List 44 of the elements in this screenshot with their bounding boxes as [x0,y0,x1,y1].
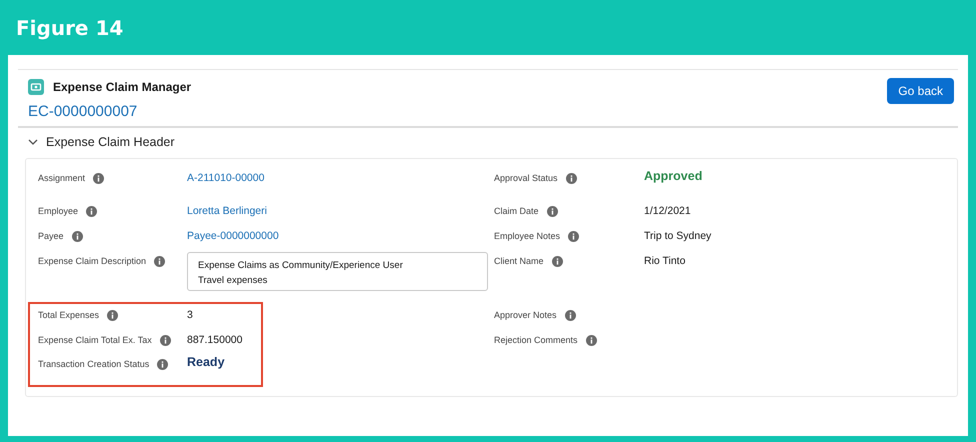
field-label: Expense Claim Total Ex. Tax [38,335,152,345]
field-value: Rio Tinto [644,254,686,269]
info-icon [72,231,83,242]
field-label: Approval Status [494,173,558,183]
info-icon [546,206,558,217]
description-field[interactable]: Expense Claims as Community/Experience User Travel expenses [187,252,488,291]
info-icon [552,256,563,267]
info-icon [154,256,166,267]
field-label: Assignment [38,173,86,183]
info-icon [86,206,98,217]
field-label: Total Expenses [38,310,100,320]
field-label: Expense Claim Description [38,256,146,266]
field-label: Rejection Comments [494,335,578,345]
field-link[interactable]: Loretta Berlingeri [187,202,494,227]
field-label: Employee Notes [494,231,560,241]
field-label: Employee [38,206,78,216]
info-icon [107,310,118,321]
info-icon [160,335,171,346]
status-value: Approved [644,169,704,185]
info-icon [93,173,104,184]
field-link[interactable]: A-211010-00000 [187,169,494,202]
field-value: 1/12/2021 [644,204,692,219]
info-icon [568,231,580,242]
field-value: Trip to Sydney [644,229,712,244]
field-label: Claim Date [494,206,539,216]
field-label: Approver Notes [494,310,557,320]
figure-title: Figure 14 [16,16,124,40]
field-label: Transaction Creation Status [38,359,150,369]
chevron-icon[interactable] [28,137,38,147]
status-value: Ready [187,355,226,371]
field-value: 887.150000 [187,333,244,348]
field-link[interactable]: Payee-0000000000 [187,227,494,252]
info-icon [566,173,577,184]
app-icon [28,79,44,95]
app-title: Expense Claim Manager [53,80,192,94]
field-label: Client Name [494,256,544,266]
info-icon [157,359,168,370]
info-icon [564,310,576,321]
section-title[interactable]: Expense Claim Header [46,135,175,149]
record-name: EC-0000000007 [28,103,138,120]
field-value: 3 [187,308,194,323]
info-icon [586,335,597,346]
go-back-button[interactable]: Go back [887,78,954,104]
field-label: Payee [38,231,64,241]
